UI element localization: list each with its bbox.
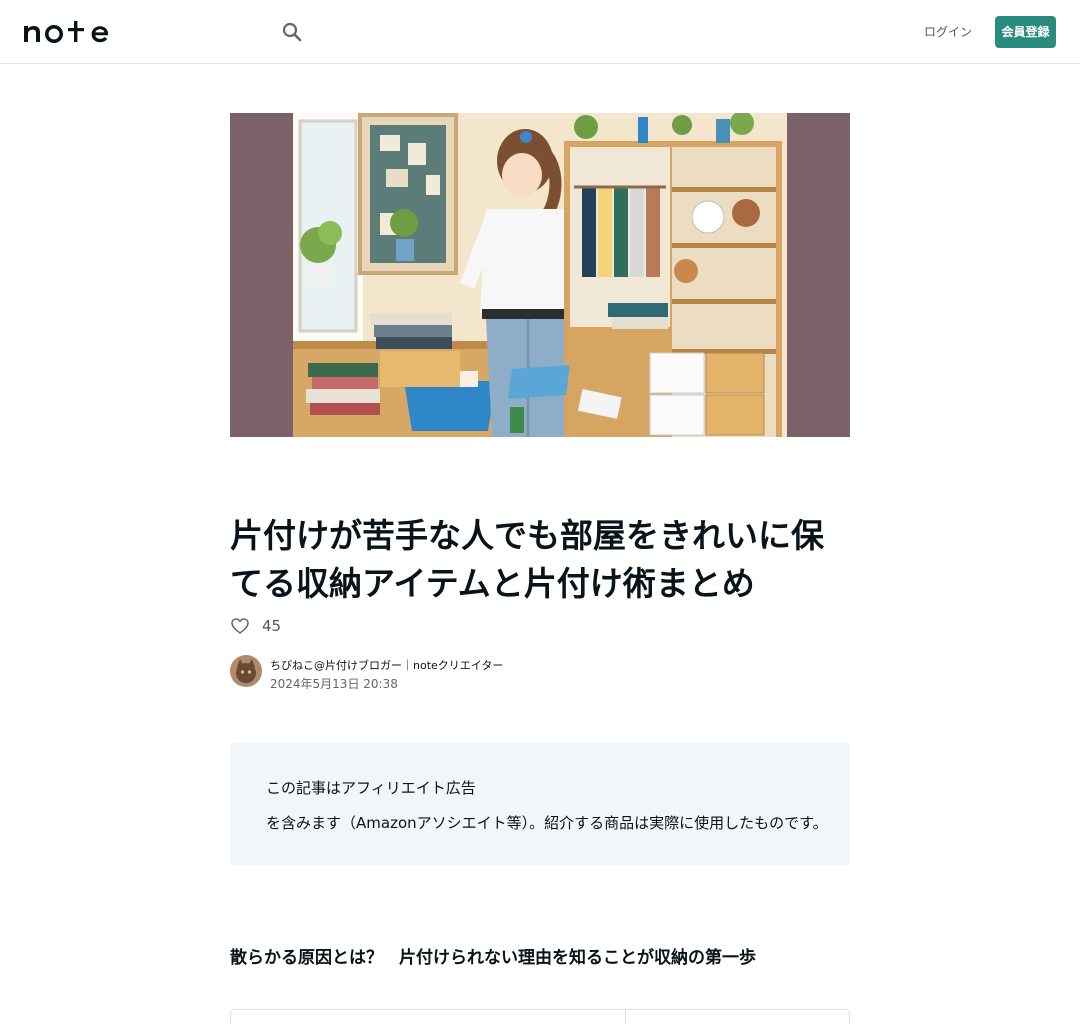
affiliate-notice: この記事はアフィリエイト広告 を含みます（Amazonアソシエイト等）。紹介する… [230, 743, 850, 865]
section-heading-part: 片付けられない理由を知ることが収納の第一歩 [399, 948, 756, 968]
section-heading: 散らかる原因とは？ 片付けられない理由を知ることが収納の第一歩 [230, 943, 850, 968]
login-link[interactable]: ログイン [922, 20, 974, 44]
heart-icon[interactable] [230, 616, 250, 636]
search-icon[interactable] [280, 20, 304, 44]
like-row: 45 [230, 614, 281, 638]
notice-line: この記事はアフィリエイト広告 [266, 779, 476, 797]
avatar[interactable] [230, 655, 262, 687]
notice-line: を含みます（Amazonアソシエイト等）。紹介する商品は実際に使用したものです。 [266, 814, 828, 832]
publish-date: 2024年5月13日 20:38 [270, 677, 398, 691]
card-divider [625, 1010, 626, 1024]
hero-illustration-icon [230, 113, 850, 437]
table-of-contents-card [230, 1009, 850, 1024]
section-heading-part: 散らかる原因とは？ [230, 948, 383, 968]
article-title: 片付けが苦手な人でも部屋をきれいに保てる収納アイテムと片付け術まとめ [230, 516, 824, 603]
hero-image [230, 113, 850, 437]
author-name[interactable]: ちびねこ@片付けブロガー｜noteクリエイター [270, 657, 503, 673]
note-logo[interactable] [24, 20, 124, 44]
register-button[interactable]: 会員登録 [995, 16, 1056, 48]
like-count: 45 [262, 617, 282, 635]
top-header: ログイン 会員登録 [0, 0, 1080, 64]
